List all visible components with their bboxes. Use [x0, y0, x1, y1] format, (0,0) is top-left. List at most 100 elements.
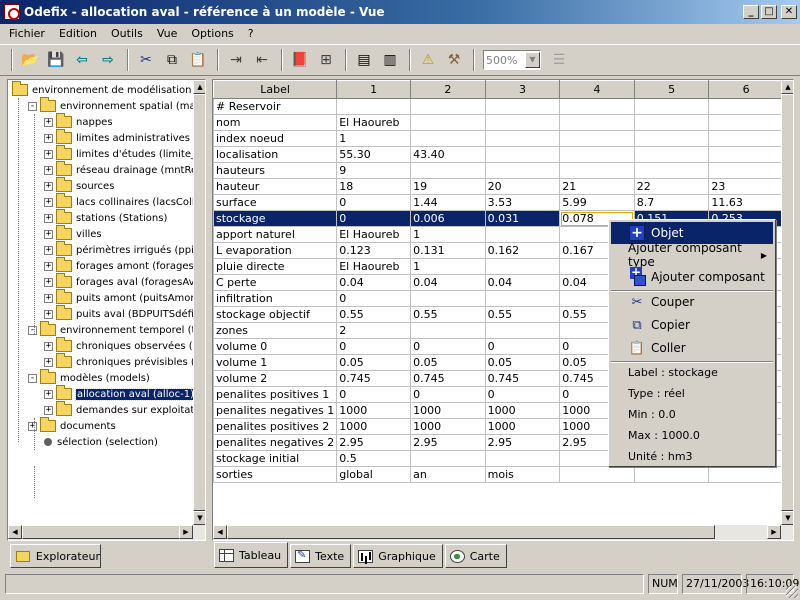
- expand-icon[interactable]: +: [44, 213, 53, 223]
- table-cell[interactable]: [559, 162, 635, 179]
- table-cell[interactable]: [336, 98, 412, 115]
- tree-node[interactable]: + allocation aval (alloc-1): [44, 385, 195, 402]
- table-cell[interactable]: [708, 98, 784, 115]
- open-folder-icon[interactable]: 📂: [18, 48, 42, 72]
- expand-icon[interactable]: +: [44, 117, 53, 127]
- tab-tableau[interactable]: Tableau: [214, 542, 289, 568]
- tree-node[interactable]: + chroniques observées (Obse: [44, 337, 195, 354]
- expand-icon[interactable]: +: [44, 389, 53, 399]
- column-header[interactable]: 2: [410, 80, 486, 99]
- expand-icon[interactable]: +: [44, 197, 53, 207]
- tree-node[interactable]: + villes: [44, 225, 102, 242]
- table-cell[interactable]: [484, 258, 561, 275]
- table-cell[interactable]: 8.7: [633, 194, 710, 211]
- close-button[interactable]: ✕: [781, 5, 797, 19]
- tree-node[interactable]: + nappes: [44, 113, 113, 130]
- table-cell[interactable]: 0: [484, 338, 561, 355]
- scroll-right-icon[interactable]: ▶: [179, 525, 193, 539]
- zoom-combo[interactable]: 500% ▼: [483, 50, 541, 70]
- table-cell[interactable]: 18: [336, 178, 412, 195]
- table-cell[interactable]: [633, 162, 710, 179]
- tree-node[interactable]: + puits amont (puitsAmont): [44, 289, 195, 306]
- table-cell[interactable]: 0.745: [484, 370, 561, 387]
- table-cell[interactable]: 1: [336, 130, 412, 147]
- table-cell[interactable]: 0.745: [410, 370, 486, 387]
- table-cell[interactable]: [633, 146, 710, 163]
- tree-node[interactable]: + chroniques prévisibles (Prec: [44, 353, 195, 370]
- table-cell[interactable]: 1000: [336, 402, 412, 419]
- column-header[interactable]: 1: [336, 80, 412, 99]
- row-label-cell[interactable]: stockage initial: [213, 450, 338, 467]
- table-cell[interactable]: [633, 98, 710, 115]
- table-cell[interactable]: 0.05: [484, 354, 561, 371]
- table-cell[interactable]: an: [410, 466, 486, 483]
- scroll-thumb[interactable]: [22, 525, 180, 539]
- table-vertical-scrollbar[interactable]: ▲ ▼: [781, 80, 793, 525]
- table-cell[interactable]: [484, 130, 561, 147]
- table-view-icon[interactable]: ▤: [352, 48, 376, 72]
- menu-item-coller[interactable]: 📋 Coller: [611, 337, 773, 359]
- menu-item-ajouter-composant[interactable]: Ajouter composant: [611, 266, 773, 288]
- table-cell[interactable]: [708, 130, 784, 147]
- tab-carte[interactable]: Carte: [444, 544, 507, 568]
- scroll-up-icon[interactable]: ▲: [781, 80, 793, 94]
- minimize-button[interactable]: _: [743, 5, 759, 19]
- menu-item-copier[interactable]: ⧉ Copier: [611, 314, 773, 336]
- tree-node[interactable]: - environnement temporel (time): [28, 321, 195, 338]
- table-cell[interactable]: 2.95: [484, 434, 561, 451]
- table-cell[interactable]: [484, 162, 561, 179]
- expand-icon[interactable]: +: [28, 421, 37, 431]
- table-cell[interactable]: 22: [633, 178, 710, 195]
- table-cell[interactable]: 1000: [484, 418, 561, 435]
- table-cell[interactable]: mois: [484, 466, 561, 483]
- table-cell[interactable]: [410, 322, 486, 339]
- row-label-cell[interactable]: hauteurs: [213, 162, 338, 179]
- menu-item-ajouter-composant-type[interactable]: Ajouter composant type ▶: [611, 241, 773, 269]
- explorer-vertical-scrollbar[interactable]: ▲ ▼: [193, 80, 205, 525]
- table-cell[interactable]: [559, 146, 635, 163]
- row-label-cell[interactable]: penalites negatives 2: [213, 434, 338, 451]
- tree-node[interactable]: + limites d'études (limite_etud: [44, 145, 195, 162]
- table-cell[interactable]: 0.04: [484, 274, 561, 291]
- table-cell[interactable]: 0.745: [336, 370, 412, 387]
- table-cell[interactable]: 1: [410, 226, 486, 243]
- table-cell[interactable]: [410, 98, 486, 115]
- table-cell[interactable]: [410, 290, 486, 307]
- expand-icon[interactable]: +: [44, 405, 53, 415]
- table-cell[interactable]: 1.44: [410, 194, 486, 211]
- table-cell[interactable]: 0.5: [336, 450, 412, 467]
- menu-edition[interactable]: Edition: [52, 27, 104, 40]
- table-cell[interactable]: 1000: [484, 402, 561, 419]
- table-cell[interactable]: 0.04: [336, 274, 412, 291]
- row-label-cell[interactable]: C perte: [213, 274, 338, 291]
- column-header[interactable]: 3: [484, 80, 561, 99]
- table-cell[interactable]: [484, 114, 561, 131]
- table-cell[interactable]: [708, 466, 784, 483]
- table-cell[interactable]: [484, 290, 561, 307]
- table-cell[interactable]: 43.40: [410, 146, 486, 163]
- row-label-cell[interactable]: stockage: [213, 210, 338, 227]
- table-cell[interactable]: [633, 130, 710, 147]
- table-cell[interactable]: 0: [336, 338, 412, 355]
- outdent-icon[interactable]: ⇤: [250, 48, 274, 72]
- row-label-cell[interactable]: stockage objectif: [213, 306, 338, 323]
- app-icon[interactable]: [4, 4, 20, 20]
- table-cell[interactable]: 55.30: [336, 146, 412, 163]
- collapse-icon[interactable]: -: [28, 325, 37, 335]
- book-icon[interactable]: 📕: [288, 48, 312, 72]
- copy-icon[interactable]: ⧉: [160, 48, 184, 72]
- row-label-cell[interactable]: penalites positives 1: [213, 386, 338, 403]
- table-cell[interactable]: 0.006: [410, 210, 486, 227]
- table-cell[interactable]: [633, 466, 710, 483]
- tab-graphique[interactable]: Graphique: [353, 544, 443, 568]
- tree-node[interactable]: + stations (Stations): [44, 209, 167, 226]
- menu-outils[interactable]: Outils: [104, 27, 150, 40]
- expand-icon[interactable]: +: [44, 149, 53, 159]
- table-cell[interactable]: 1000: [336, 418, 412, 435]
- table-cell[interactable]: global: [336, 466, 412, 483]
- scroll-right-icon[interactable]: ▶: [767, 525, 781, 539]
- indent-icon[interactable]: ⇥: [224, 48, 248, 72]
- row-label-cell[interactable]: surface: [213, 194, 338, 211]
- table-cell[interactable]: 9: [336, 162, 412, 179]
- tree-node[interactable]: - environnement spatial (map): [28, 97, 195, 114]
